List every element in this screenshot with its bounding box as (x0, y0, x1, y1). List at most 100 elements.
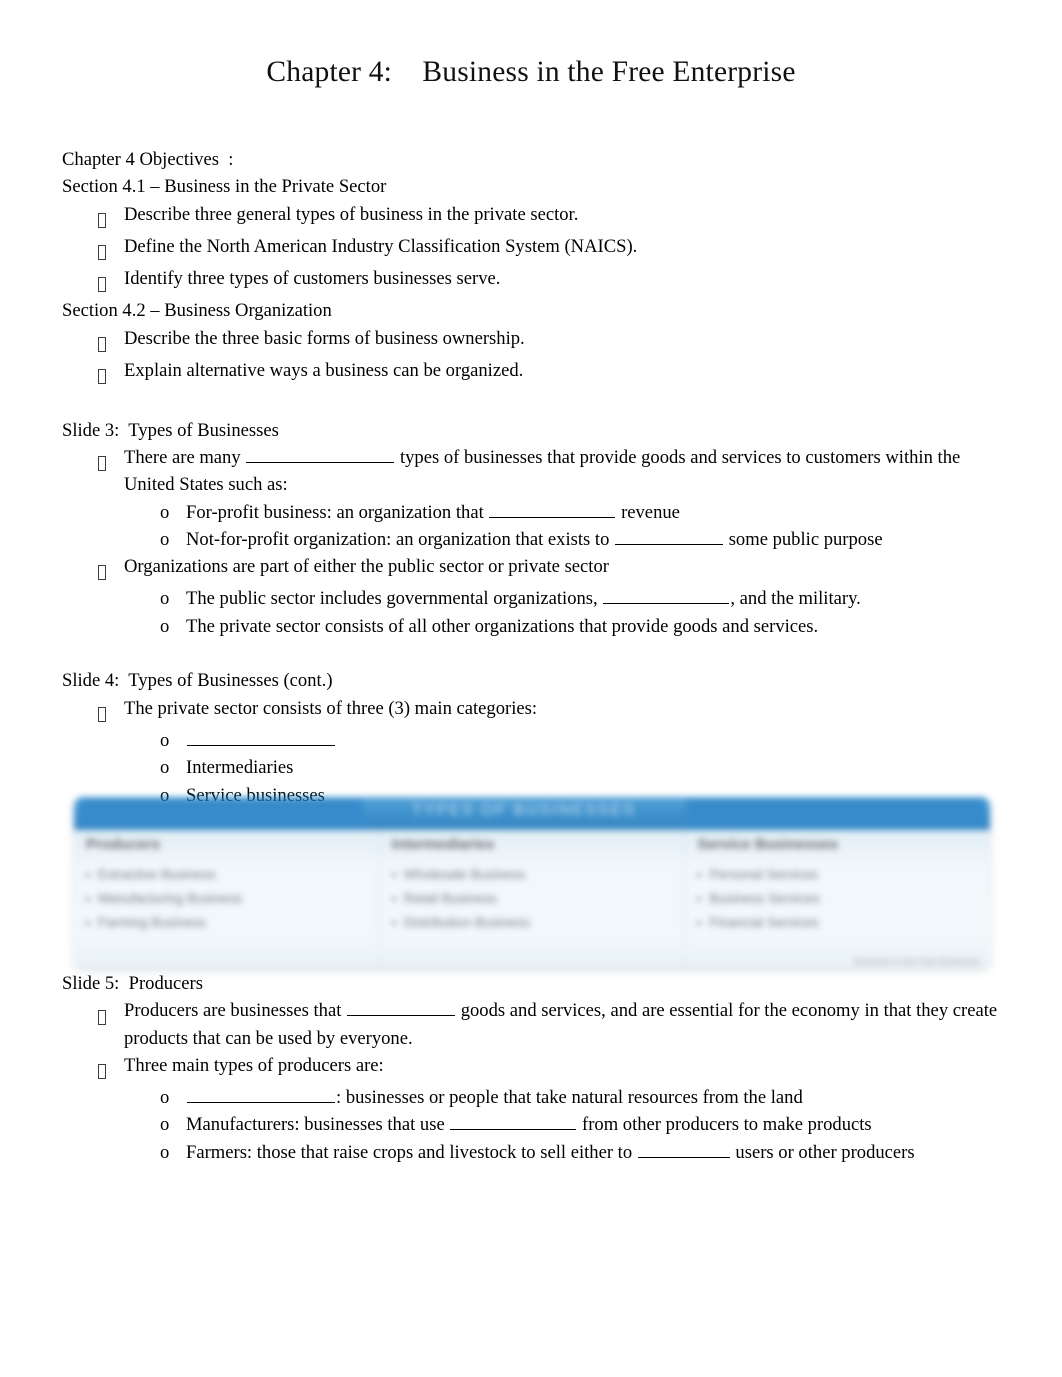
list-item: Three main types of producers are: (62, 1052, 1012, 1084)
list-item: Explain alternative ways a business can … (62, 357, 1012, 389)
tofu-bullet-icon (98, 265, 124, 297)
list-item-label: Not-for-profit organization: an organiza… (186, 526, 1012, 553)
text-part: The public sector includes governmental … (186, 588, 603, 610)
list-item: Identify three types of customers busine… (62, 265, 1012, 297)
blank-fill-line (187, 728, 335, 746)
list-item-label: The private sector consists of all other… (186, 615, 819, 637)
text-part: There are many (124, 446, 246, 468)
blank-fill-line (489, 500, 616, 518)
slide5-heading: Slide 5: Producers (57, 970, 1012, 998)
text-part: Farmers: those that raise crops and live… (186, 1141, 637, 1163)
header-segment-left (80, 799, 363, 828)
list-item: o Farmers: those that raise crops and li… (62, 1139, 1012, 1166)
list-item: Organizations are part of either the pub… (62, 553, 1012, 585)
list-item: Producers are businesses that goods and … (62, 997, 1012, 1052)
o-bullet-icon: o (160, 501, 170, 523)
table-cell: Financial Services (697, 911, 980, 935)
list-item: There are many types of businesses that … (62, 444, 1012, 499)
table-cell: Personal Services (697, 863, 980, 887)
tofu-bullet-icon (98, 233, 124, 265)
list-item-label: Define the North American Industry Class… (124, 235, 638, 257)
tofu-bullet-icon (98, 1052, 124, 1084)
o-bullet-icon: o (160, 1141, 170, 1163)
objectives-heading: Chapter 4 Objectives : (56, 146, 1012, 174)
list-item: o Not-for-profit organization: an organi… (62, 526, 1012, 553)
list-item: o Intermediaries (62, 754, 1012, 781)
table-cell: Business Services (697, 887, 980, 911)
text-part: , and the military. (730, 588, 861, 610)
o-bullet-icon: o (160, 1087, 170, 1109)
page-title: Chapter 4: Business in the Free Enterpri… (0, 0, 1062, 100)
list-item-label: Organizations are part of either the pub… (124, 556, 609, 578)
tofu-bullet-icon (98, 695, 124, 727)
table-cell: Extractive Business (86, 863, 369, 887)
list-item: o The private sector consists of all oth… (62, 613, 1012, 640)
list-item-label: There are many types of businesses that … (124, 444, 1012, 499)
slide5-block: Slide 5: Producers Producers are busines… (57, 970, 1012, 1166)
o-bullet-icon: o (160, 528, 170, 550)
list-item: o (62, 727, 1012, 754)
table-credit: Business in the Free Enterprise (854, 956, 980, 966)
list-item-label: Describe three general types of business… (124, 203, 579, 225)
text-part: from other producers to make products (577, 1114, 872, 1136)
text-part: some public purpose (724, 528, 883, 550)
document-body: Chapter 4 Objectives : Section 4.1 – Bus… (56, 146, 1012, 809)
column-header: Intermediaries (391, 836, 495, 853)
document-page: Chapter 4: Business in the Free Enterpri… (0, 0, 1062, 1377)
tofu-bullet-icon (98, 997, 124, 1029)
text-part: Producers are businesses that (124, 1000, 347, 1022)
header-segment-right (686, 799, 984, 828)
tofu-bullet-icon (98, 357, 124, 389)
table-cell: Manufacturing Business (86, 887, 369, 911)
column-header: Producers (86, 836, 161, 853)
section-4-1-heading: Section 4.1 – Business in the Private Se… (62, 176, 387, 198)
o-bullet-icon: o (160, 588, 170, 610)
list-item-label: Three main types of producers are: (124, 1054, 384, 1076)
list-item-label: For-profit business: an organization tha… (186, 499, 1012, 526)
list-item-label: Identify three types of customers busine… (124, 268, 501, 290)
section-4-2-heading: Section 4.2 – Business Organization (62, 300, 332, 322)
text-part: Manufacturers: businesses that use (186, 1114, 450, 1136)
list-item: Define the North American Industry Class… (62, 233, 1012, 265)
types-of-businesses-table-image: TYPES OF BUSINESSES Producers Extractive… (74, 797, 990, 967)
list-item: o Manufacturers: businesses that use fro… (62, 1111, 1012, 1138)
table-cell: Wholesale Business (391, 863, 675, 887)
list-item-label: The private sector consists of three (3)… (124, 697, 538, 719)
list-item-label: Explain alternative ways a business can … (124, 360, 524, 382)
table-body: Producers Extractive Business Manufactur… (74, 830, 990, 967)
table-column-producers: Producers Extractive Business Manufactur… (74, 830, 379, 967)
list-item-label: Describe the three basic forms of busine… (124, 327, 525, 349)
page-title-text: Chapter 4: Business in the Free Enterpri… (260, 56, 820, 100)
blank-fill-line (615, 527, 724, 545)
list-item: o : businesses or people that take natur… (62, 1084, 1012, 1111)
slide5-heading-text: Slide 5: Producers (57, 970, 213, 998)
blank-fill-line (347, 998, 456, 1017)
table-image-inner: TYPES OF BUSINESSES Producers Extractive… (74, 797, 990, 967)
table-header-bar: TYPES OF BUSINESSES (74, 797, 990, 830)
objectives-heading-text: Chapter 4 Objectives : (56, 146, 244, 174)
slide3-heading-text: Slide 3: Types of Businesses (57, 417, 289, 445)
slide4-heading: Slide 4: Types of Businesses (cont.) (57, 667, 1012, 695)
list-item: The private sector consists of three (3)… (62, 695, 1012, 727)
o-bullet-icon: o (160, 1114, 170, 1136)
list-item: Describe three general types of business… (62, 201, 1012, 233)
text-part: revenue (616, 501, 680, 523)
list-item-label: Farmers: those that raise crops and live… (186, 1139, 1012, 1166)
o-bullet-icon: o (160, 757, 170, 779)
column-header: Service Businesses (697, 836, 839, 853)
table-column-intermediaries: Intermediaries Wholesale Business Retail… (378, 830, 685, 967)
blank-fill-line (187, 1085, 335, 1104)
tofu-bullet-icon (98, 444, 124, 476)
blank-fill-line (637, 1140, 730, 1158)
tofu-bullet-icon (98, 201, 124, 233)
list-item-label: Producers are businesses that goods and … (124, 997, 1012, 1052)
list-item-label (186, 727, 1012, 754)
text-part: : businesses or people that take natural… (336, 1087, 803, 1109)
list-item-label: The public sector includes governmental … (186, 585, 1012, 612)
slide4-heading-text: Slide 4: Types of Businesses (cont.) (57, 667, 343, 695)
list-item-label: Manufacturers: businesses that use from … (186, 1111, 1012, 1138)
list-item: o The public sector includes governmenta… (62, 585, 1012, 612)
blank-fill-line (603, 586, 730, 605)
